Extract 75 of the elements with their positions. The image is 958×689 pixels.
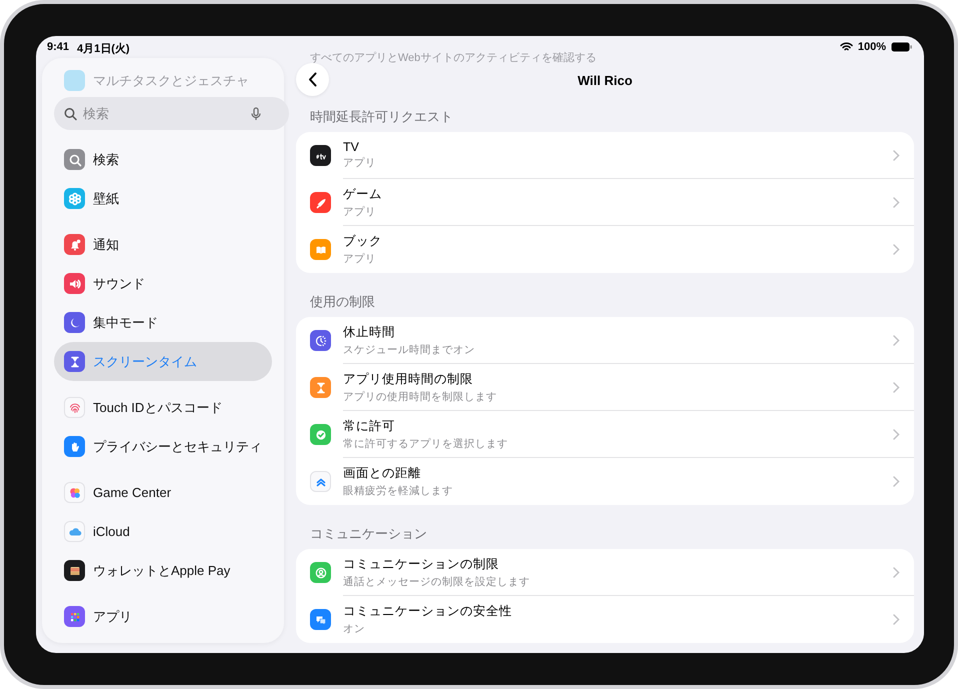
row-title[interactable]: TV [343, 140, 893, 154]
section-header: 時間延長許可リクエスト [309, 108, 454, 126]
navigation-title: Will Rico [578, 72, 632, 88]
faded-sidebar-item: マルチタスクとジェスチャ [93, 72, 249, 90]
chevron-icon [893, 196, 900, 208]
row-subtitle: 眼精疲労を軽減します [343, 484, 454, 498]
tv-logo-icon [310, 145, 331, 166]
colorful-circles-icon [64, 482, 85, 503]
moon-icon [64, 312, 85, 333]
chat-bubbles-icon [310, 609, 331, 630]
search-field[interactable]: 検索 [54, 97, 289, 130]
app-grid-icon [64, 606, 85, 627]
row-subtitle: オン [343, 622, 366, 636]
row-subtitle: 通話とメッセージの制限を設定します [343, 574, 531, 588]
faded-scrolled-text: すべてのアプリとWebサイトのアクティビティを確認する [310, 50, 596, 65]
row-title[interactable]: 休止時間 [343, 324, 893, 340]
row-subtitle: アプリの使用時間を制限します [343, 390, 498, 404]
sidebar-item[interactable]: 検索 [54, 140, 272, 179]
chevron-icon [893, 566, 900, 578]
sidebar-item[interactable]: iCloud [54, 512, 272, 551]
sidebar-item[interactable]: 通知 [54, 225, 272, 264]
microphone-icon[interactable] [251, 106, 261, 120]
chevron-icon [893, 428, 900, 440]
clock-icon [310, 330, 331, 351]
sidebar-item[interactable]: Touch IDとパスコード [54, 388, 272, 427]
bell-icon [64, 234, 85, 255]
rocket-icon [310, 192, 331, 213]
fingerprint-icon [64, 397, 85, 418]
flower-icon [64, 188, 85, 209]
battery-percentage: 100% [858, 41, 886, 53]
section-header: 使用の制限 [309, 293, 376, 311]
row-title[interactable]: コミュニケーションの制限 [343, 556, 893, 572]
chevron-icon [893, 334, 900, 346]
wallet-icon [64, 560, 85, 581]
row-title[interactable]: 画面との距離 [343, 465, 893, 482]
speaker-icon [64, 273, 85, 294]
chevron-icon [893, 476, 900, 487]
row-title[interactable]: コミュニケーションの安全性 [343, 603, 893, 620]
status-time: 9:41 [47, 41, 70, 55]
back-button[interactable] [296, 63, 329, 96]
row-subtitle: アプリ [343, 204, 377, 218]
sidebar-item[interactable]: プライバシーとセキュリティ [54, 427, 272, 466]
chevron-icon [893, 382, 900, 392]
book-icon [310, 239, 331, 260]
sidebar-item[interactable]: ウォレットとApple Pay [54, 551, 272, 590]
row-subtitle: 常に許可するアプリを選択します [343, 436, 509, 450]
checkmark-badge-icon [310, 424, 331, 445]
row-subtitle: アプリ [343, 252, 377, 266]
chevron-left-icon [308, 72, 317, 87]
status-date: 4月1日(火) [77, 42, 130, 56]
sidebar-item[interactable]: 壁紙 [54, 179, 272, 218]
hourglass-icon [310, 377, 331, 398]
chevron-icon [893, 244, 900, 255]
hand-icon [64, 436, 85, 457]
search-icon [64, 149, 85, 170]
row-title[interactable]: ゲーム [343, 186, 893, 202]
cloud-icon [64, 521, 85, 542]
hourglass-icon [64, 351, 85, 372]
search-icon [64, 107, 77, 120]
section-header: コミュニケーション [309, 525, 428, 543]
chevron-icon [893, 614, 900, 625]
sidebar-item[interactable]: アプリ [54, 597, 272, 636]
sidebar-item[interactable]: サウンド [54, 264, 272, 303]
double-chevron-icon [310, 471, 331, 492]
wifi-icon [840, 42, 853, 52]
battery-icon [891, 42, 912, 52]
row-title[interactable]: 常に許可 [343, 418, 893, 434]
app-icon [64, 70, 85, 91]
sidebar-item[interactable]: 集中モード [54, 303, 272, 342]
row-subtitle: スケジュール時間までオン [343, 342, 476, 356]
sidebar-item[interactable]: Game Center [54, 473, 272, 512]
row-title[interactable]: アプリ使用時間の制限 [343, 370, 893, 388]
row-subtitle: アプリ [343, 156, 377, 170]
chevron-icon [893, 150, 900, 160]
row-title[interactable]: ブック [343, 233, 893, 250]
